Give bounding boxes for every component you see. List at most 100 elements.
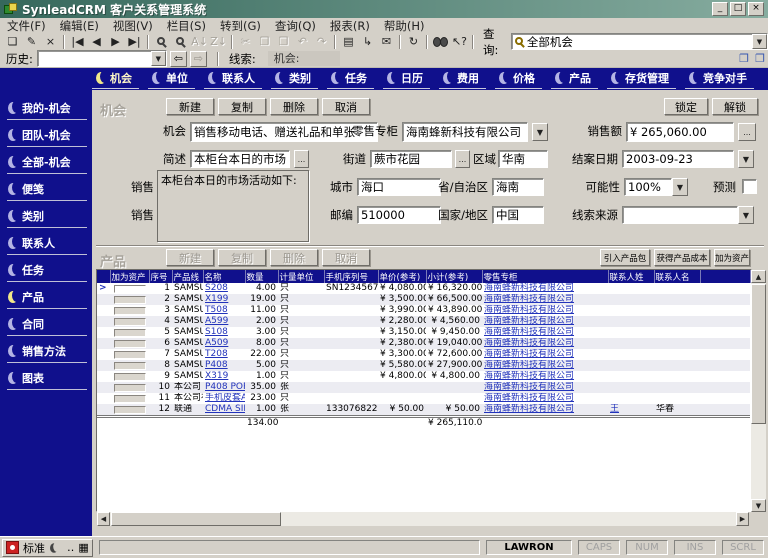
search-button[interactable]	[152, 34, 171, 50]
city-input[interactable]	[357, 178, 441, 196]
column-header-10[interactable]: 零售专柜	[482, 270, 608, 283]
sidebar-item-team-opportunity[interactable]: 团队-机会	[7, 126, 87, 147]
table-row[interactable]: 4SAMSUNGA5992.00只¥ 2,280.00¥ 4,560.00海南蜂…	[97, 316, 750, 327]
asset-checkbox[interactable]	[114, 373, 146, 381]
table-row[interactable]: 9SAMSUNGX3191.00只¥ 4,800.00¥ 4,800.00海南蜂…	[97, 371, 750, 382]
column-header-2[interactable]: 序号	[149, 270, 172, 283]
product-name-link[interactable]: S208	[205, 283, 228, 293]
asset-checkbox[interactable]	[114, 406, 146, 414]
table-row[interactable]: 11本公司礼手机皮套A23.00只海南蜂新科技有限公司	[97, 393, 750, 404]
ime-mode-label[interactable]: 标准	[23, 540, 45, 556]
retail-counter-link[interactable]: 海南蜂新科技有限公司	[484, 371, 574, 381]
product-name-link[interactable]: P408	[205, 360, 228, 370]
retail-counter-dropdown-button[interactable]: ▼	[532, 123, 548, 141]
sidebar-item-products[interactable]: 产品	[7, 288, 87, 309]
product-copy-button[interactable]: 复制	[218, 249, 266, 266]
table-row[interactable]: 5SAMSUNGS1083.00只¥ 3,150.00¥ 9,450.00海南蜂…	[97, 327, 750, 338]
next-record-button[interactable]: ▶	[106, 34, 125, 50]
column-header-11[interactable]: 联系人姓	[608, 270, 654, 283]
undo-button[interactable]: ↶	[293, 34, 312, 50]
import-product-package-button[interactable]: 引入产品包	[600, 249, 650, 266]
context-help-button[interactable]: ↖?	[450, 34, 469, 50]
column-header-9[interactable]: 小计(参考)	[426, 270, 482, 283]
column-header-8[interactable]: 单价(参考)	[378, 270, 426, 283]
asset-checkbox[interactable]	[114, 340, 146, 348]
menu-goto[interactable]: 转到(G)	[213, 18, 268, 34]
sidebar-item-contacts[interactable]: 联系人	[7, 234, 87, 255]
forecast-checkbox[interactable]	[742, 179, 757, 194]
copy-button[interactable]: ❐	[255, 34, 274, 50]
zip-input[interactable]	[357, 206, 441, 224]
new-record-button[interactable]: ❏	[3, 34, 22, 50]
menu-help[interactable]: 帮助(H)	[377, 18, 432, 34]
table-row[interactable]: 6SAMSUNGA5098.00只¥ 2,380.00¥ 19,040.00海南…	[97, 338, 750, 349]
product-name-link[interactable]: CDMA SIM卡	[205, 404, 245, 414]
opportunity-cancel-button[interactable]: 取消	[322, 98, 370, 115]
opportunity-delete-button[interactable]: 删除	[270, 98, 318, 115]
half-full-width-icon[interactable]	[50, 543, 58, 553]
retail-counter-link[interactable]: 海南蜂新科技有限公司	[484, 393, 574, 403]
product-name-link[interactable]: X199	[205, 294, 228, 304]
delete-record-button[interactable]: ×	[41, 34, 60, 50]
product-delete-button[interactable]: 删除	[270, 249, 318, 266]
horizontal-scroll-thumb[interactable]	[111, 512, 281, 526]
find-button[interactable]	[431, 34, 450, 50]
refresh-button[interactable]: ↻	[404, 34, 423, 50]
product-name-link[interactable]: P408 POP	[205, 382, 245, 392]
retail-counter-link[interactable]: 海南蜂新科技有限公司	[484, 305, 574, 315]
vertical-scrollbar[interactable]: ▲ ▼	[751, 270, 766, 512]
asset-checkbox[interactable]	[114, 318, 146, 326]
restore-button[interactable]: □	[730, 2, 746, 16]
close-button[interactable]: ×	[748, 2, 764, 16]
last-record-button[interactable]: ▶|	[125, 34, 144, 50]
product-name-link[interactable]: X319	[205, 371, 228, 381]
search-preview-button[interactable]	[171, 34, 190, 50]
export-button[interactable]: ↳	[358, 34, 377, 50]
region-input[interactable]	[498, 150, 548, 168]
tab-inventory[interactable]: 存货管理	[607, 69, 676, 89]
horizontal-scrollbar[interactable]: ◀ ▶	[97, 512, 749, 526]
sidebar-item-tasks[interactable]: 任务	[7, 261, 87, 282]
history-forward-button[interactable]: ⇨	[190, 51, 207, 67]
product-new-button[interactable]: 新建	[166, 249, 214, 266]
product-name-link[interactable]: S108	[205, 327, 228, 337]
minimize-button[interactable]: _	[712, 2, 728, 16]
get-product-cost-button[interactable]: 获得产品成本	[654, 249, 710, 266]
sidebar-item-contracts[interactable]: 合同	[7, 315, 87, 336]
close-date-input[interactable]	[622, 150, 734, 168]
product-name-link[interactable]: 手机皮套A	[205, 393, 245, 403]
add-as-asset-button[interactable]: 加为资产	[714, 249, 750, 266]
menu-query[interactable]: 查询(Q)	[268, 18, 323, 34]
retail-counter-input[interactable]	[402, 122, 528, 142]
lead-source-dropdown-button[interactable]: ▼	[738, 206, 754, 224]
sidebar-item-notes[interactable]: 便笺	[7, 180, 87, 201]
retail-counter-link[interactable]: 海南蜂新科技有限公司	[484, 349, 574, 359]
asset-checkbox[interactable]	[114, 395, 146, 403]
query-dropdown-icon[interactable]: ▼	[752, 34, 767, 49]
send-mail-button[interactable]: ✉	[377, 34, 396, 50]
sidebar-item-my-opportunity[interactable]: 我的-机会	[7, 99, 87, 120]
vertical-scroll-thumb[interactable]	[751, 284, 766, 424]
table-row[interactable]: 12联通CDMA SIM卡1.00张13307682236¥ 50.00¥ 50…	[97, 404, 750, 417]
retail-counter-link[interactable]: 海南蜂新科技有限公司	[484, 316, 574, 326]
table-row[interactable]: 2SAMSUNGX19919.00只¥ 3,500.00¥ 66,500.00海…	[97, 294, 750, 305]
retail-counter-link[interactable]: 海南蜂新科技有限公司	[484, 360, 574, 370]
query-combobox[interactable]: 全部机会 ▼	[511, 33, 768, 50]
probability-dropdown-button[interactable]: ▼	[672, 178, 688, 196]
product-name-link[interactable]: T208	[205, 349, 228, 359]
street-ellipsis-button[interactable]: ...	[455, 150, 470, 168]
sidebar-item-charts[interactable]: 图表	[7, 369, 87, 390]
sort-descending-button[interactable]: Z↓	[209, 34, 228, 50]
asset-checkbox[interactable]	[114, 296, 146, 304]
soft-keyboard-icon[interactable]: ▦	[78, 541, 88, 554]
brief-ellipsis-button[interactable]: ...	[294, 150, 309, 168]
tab-price[interactable]: 价格	[495, 69, 542, 89]
first-record-button[interactable]: |◀	[68, 34, 87, 50]
ime-logo-icon[interactable]	[6, 541, 19, 554]
menu-view[interactable]: 视图(V)	[106, 18, 160, 34]
sales-amount-ellipsis-button[interactable]: ...	[738, 123, 756, 141]
column-header-4[interactable]: 名称	[203, 270, 245, 283]
retail-counter-link[interactable]: 海南蜂新科技有限公司	[484, 338, 574, 348]
column-header-1[interactable]: 加为资产	[110, 270, 149, 283]
edit-record-button[interactable]: ✎	[22, 34, 41, 50]
